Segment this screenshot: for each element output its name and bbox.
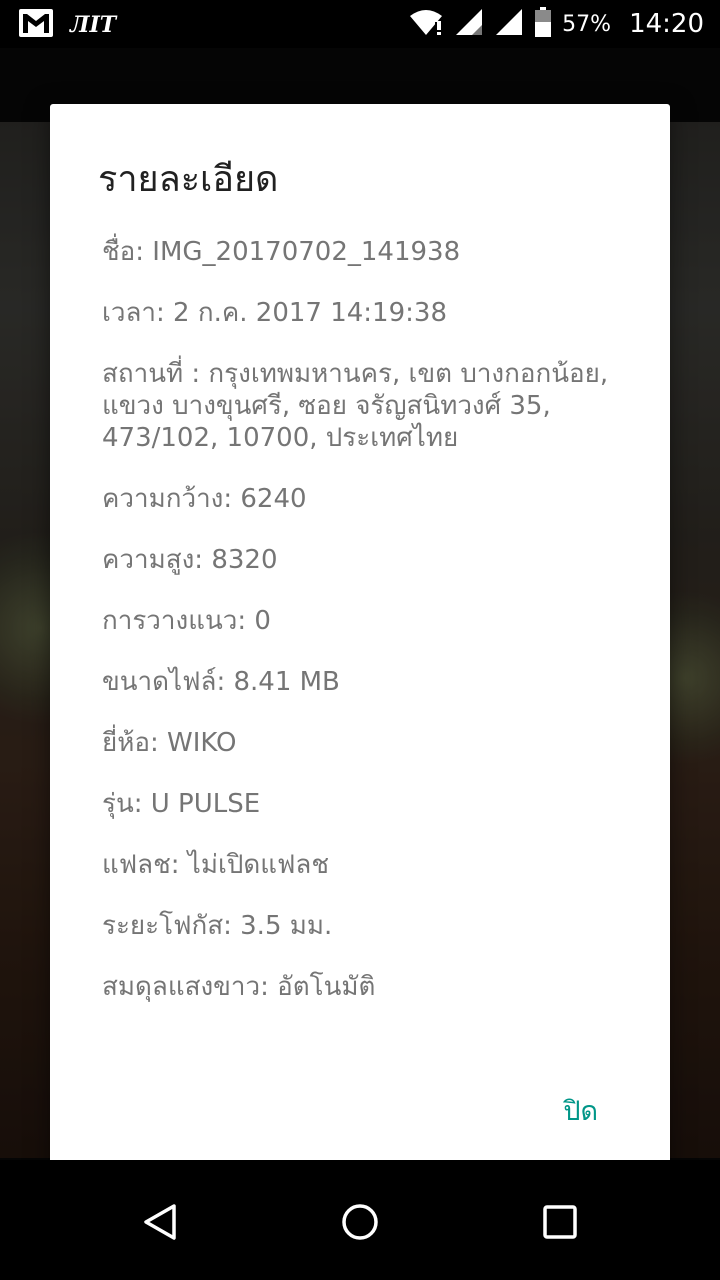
app-notification-icon: ЛІТ	[70, 12, 117, 38]
close-button[interactable]: ปิด	[551, 1081, 610, 1140]
dialog-title: รายละเอียด	[98, 159, 279, 200]
clock: 14:20	[629, 9, 704, 39]
detail-model: รุ่น: U PULSE	[102, 789, 261, 819]
detail-height: ความสูง: 8320	[102, 545, 278, 575]
detail-file-size: ขนาดไฟล์: 8.41 MB	[102, 667, 340, 697]
detail-name: ชื่อ: IMG_20170702_141938	[102, 237, 461, 267]
detail-list: ชื่อ: IMG_20170702_141938 เวลา: 2 ก.ค. 2…	[102, 236, 642, 1032]
status-bar-right: 57% 14:20	[408, 6, 704, 42]
status-bar: ЛІТ 57% 14:20	[0, 0, 720, 48]
detail-location: สถานที่ : กรุงเทพมหานคร, เขต บางกอกน้อย,…	[102, 359, 609, 453]
status-bar-left: ЛІТ	[18, 8, 116, 42]
detail-width: ความกว้าง: 6240	[102, 484, 307, 514]
detail-time: เวลา: 2 ก.ค. 2017 14:19:38	[102, 298, 447, 328]
detail-orientation: การวางแนว: 0	[102, 606, 271, 636]
signal-icon	[454, 8, 484, 40]
detail-make: ยี่ห้อ: WIKO	[102, 728, 237, 758]
battery-icon	[534, 7, 552, 41]
battery-percent: 57%	[562, 11, 612, 37]
gmail-icon	[18, 8, 54, 42]
back-icon[interactable]	[136, 1198, 184, 1246]
navigation-bar	[0, 1160, 720, 1280]
signal-icon	[494, 8, 524, 40]
detail-flash: แฟลช: ไม่เปิดแฟลช	[102, 850, 330, 880]
detail-white-balance: สมดุลแสงขาว: อัตโนมัติ	[102, 972, 376, 1002]
home-icon[interactable]	[336, 1198, 384, 1246]
recents-icon[interactable]	[536, 1198, 584, 1246]
detail-focal-length: ระยะโฟกัส: 3.5 มม.	[102, 911, 333, 941]
details-dialog: รายละเอียด ชื่อ: IMG_20170702_141938 เวล…	[50, 104, 670, 1176]
wifi-icon	[408, 8, 444, 40]
